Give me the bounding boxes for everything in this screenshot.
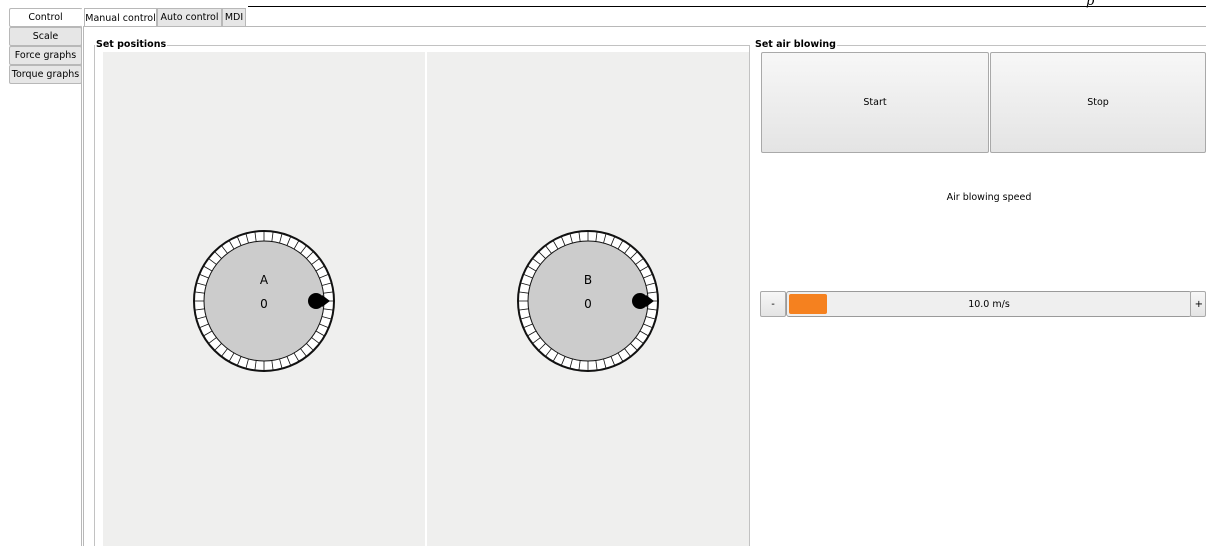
tab-pane-border	[83, 26, 1206, 27]
dial-a-knob[interactable]	[308, 293, 324, 309]
air-speed-value: 10.0 m/s	[968, 298, 1010, 310]
tab-mdi[interactable]: MDI	[222, 8, 246, 26]
dial-b-knob[interactable]	[632, 293, 648, 309]
side-tab-control[interactable]: Control	[9, 8, 82, 27]
dial-panel-a: A 0	[103, 52, 425, 546]
set-positions-frame-right	[749, 45, 750, 546]
side-tab-torque-graphs[interactable]: Torque graphs	[9, 65, 82, 84]
side-tab-force-graphs[interactable]: Force graphs	[9, 46, 82, 65]
side-tab-scale[interactable]: Scale	[9, 27, 82, 46]
dial-b-value: 0	[584, 297, 592, 311]
position-dial-a[interactable]: A 0	[191, 228, 337, 374]
tab-auto-control[interactable]: Auto control	[157, 8, 222, 26]
tab-manual-control[interactable]: Manual control	[84, 8, 157, 27]
set-positions-frame-left	[94, 45, 95, 546]
air-blowing-title: Set air blowing	[754, 39, 837, 50]
position-dial-b[interactable]: B 0	[515, 228, 661, 374]
dial-b-label: B	[584, 273, 592, 287]
set-positions-title: Set positions	[95, 39, 168, 50]
set-positions-frame-top	[94, 45, 750, 46]
start-button[interactable]: Start	[761, 52, 989, 153]
dial-a-value: 0	[260, 297, 268, 311]
speed-decrease-button[interactable]: -	[760, 291, 786, 317]
speed-increase-button[interactable]: +	[1190, 291, 1206, 317]
air-speed-slider[interactable]: 10.0 m/s	[786, 291, 1192, 317]
tab-pane-left-border	[83, 26, 84, 546]
dial-panel-b: B 0	[427, 52, 749, 546]
top-glyph: p	[1086, 0, 1095, 9]
side-tab-bar: Control Scale Force graphs Torque graphs	[9, 8, 82, 546]
stop-button[interactable]: Stop	[990, 52, 1206, 153]
top-divider-line	[248, 6, 1206, 7]
dial-a-label: A	[260, 273, 269, 287]
air-speed-label: Air blowing speed	[946, 192, 1032, 203]
